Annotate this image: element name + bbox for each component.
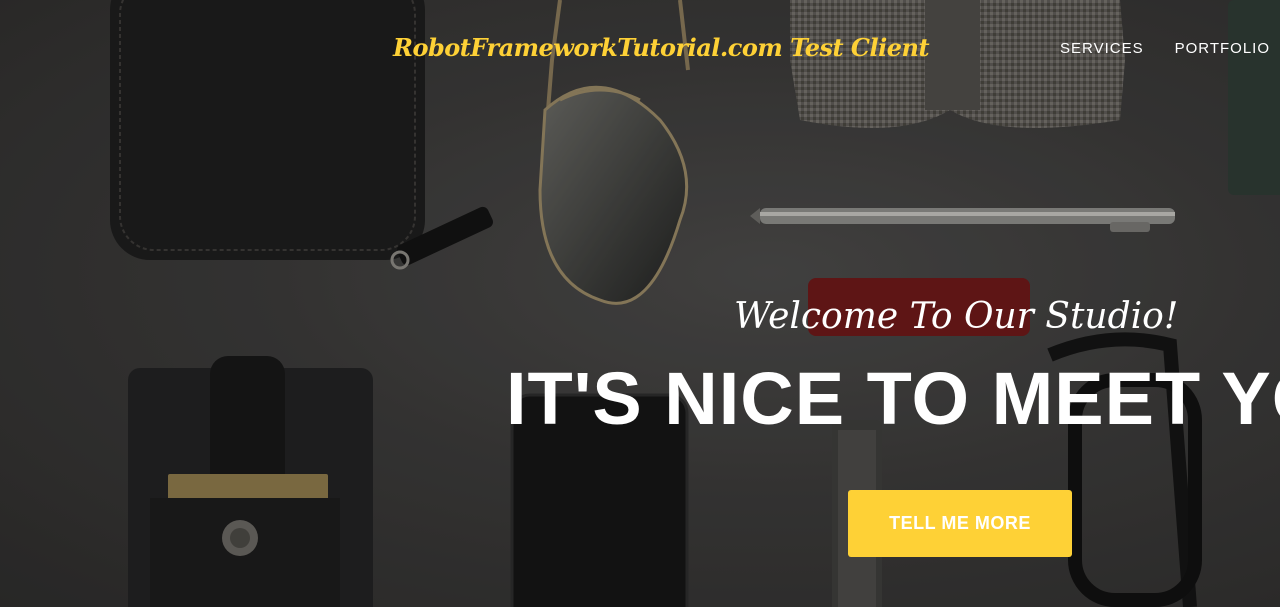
nav-link-services[interactable]: SERVICES bbox=[1060, 40, 1144, 57]
hero-heading: IT'S NICE TO MEET YOU bbox=[506, 357, 1280, 440]
brand-logo-link[interactable]: RobotFrameworkTutorial.com Test Client bbox=[393, 33, 930, 62]
tell-me-more-button[interactable]: TELL ME MORE bbox=[848, 490, 1072, 557]
top-navbar: RobotFrameworkTutorial.com Test Client S… bbox=[0, 0, 1280, 100]
nav-item-services: SERVICES bbox=[1060, 40, 1144, 58]
nav-menu: SERVICES PORTFOLIO bbox=[1060, 40, 1270, 58]
page: RobotFrameworkTutorial.com Test Client S… bbox=[0, 0, 1280, 607]
nav-link-portfolio[interactable]: PORTFOLIO bbox=[1175, 40, 1270, 57]
nav-item-portfolio: PORTFOLIO bbox=[1175, 40, 1270, 58]
hero-lead-text: Welcome To Our Studio! bbox=[734, 296, 1179, 337]
